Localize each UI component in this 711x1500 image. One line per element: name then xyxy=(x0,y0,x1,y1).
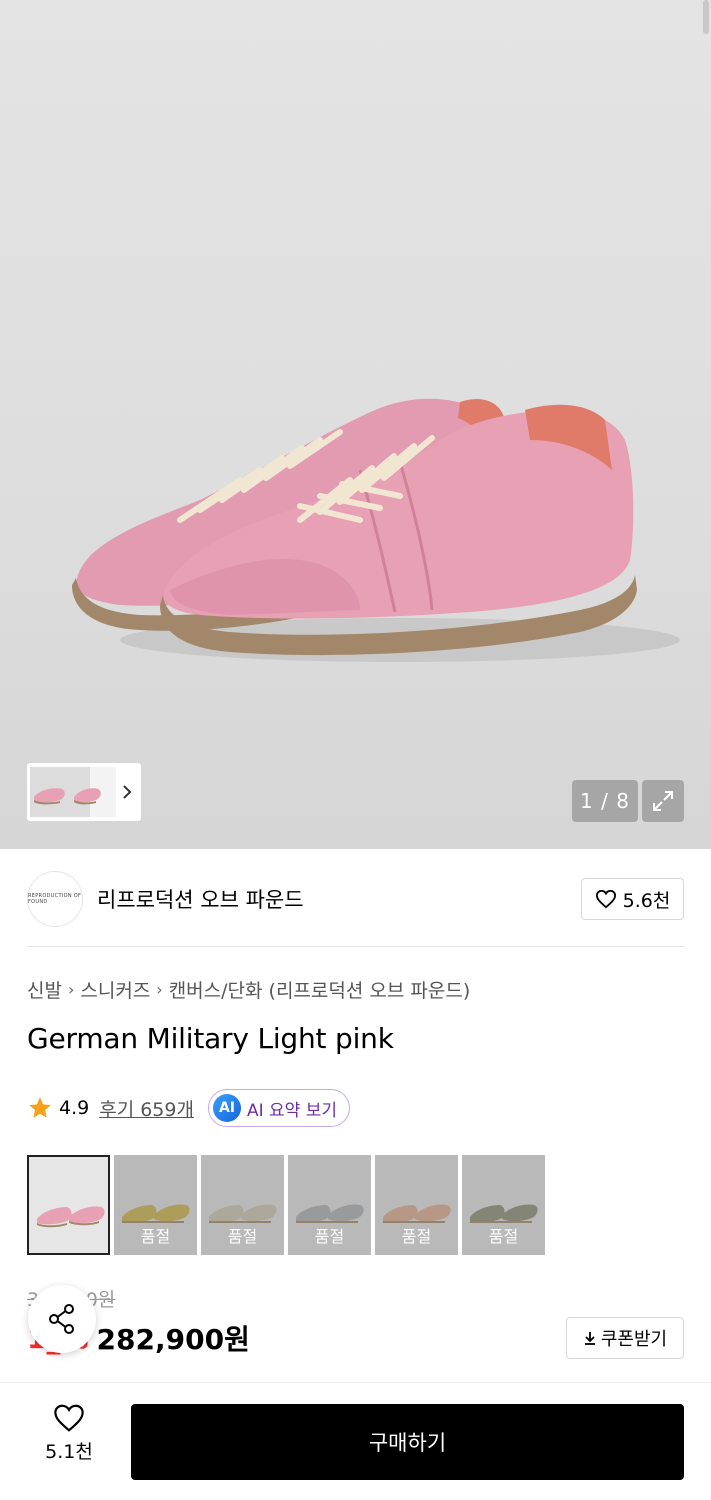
color-swatch-grey[interactable]: 품절 xyxy=(288,1155,371,1255)
chevron-right-icon: › xyxy=(156,980,163,999)
color-options: 품절 품절 품절 품절 품절 xyxy=(27,1155,545,1255)
brand-logo[interactable]: REPRODUCTION OF FOUND xyxy=(27,871,83,927)
chevron-right-icon[interactable] xyxy=(116,767,138,817)
breadcrumb-item[interactable]: 신발 xyxy=(27,976,62,1003)
breadcrumb-item[interactable]: 캔버스/단화 (리프로덕션 오브 파운드) xyxy=(169,976,471,1003)
color-swatch-yellow[interactable]: 품절 xyxy=(114,1155,197,1255)
color-swatch-olive[interactable]: 품절 xyxy=(462,1155,545,1255)
brand-row[interactable]: REPRODUCTION OF FOUND 리프로덕션 오브 파운드 5.6천 xyxy=(27,870,684,928)
bottom-action-bar: 5.1천 구매하기 xyxy=(0,1382,711,1500)
rating-value: 4.9 xyxy=(59,1097,90,1119)
product-image-gallery[interactable]: 1 / 8 xyxy=(0,0,711,849)
like-count: 5.1천 xyxy=(45,1441,93,1463)
ai-summary-button[interactable]: AI AI 요약 보기 xyxy=(207,1089,350,1127)
color-swatch-light-pink[interactable] xyxy=(27,1155,110,1255)
buy-button[interactable]: 구매하기 xyxy=(131,1404,684,1480)
heart-icon xyxy=(595,889,616,909)
product-title: German Military Light pink xyxy=(27,1022,394,1055)
thumbnail-image[interactable] xyxy=(30,767,116,817)
brand-like-button[interactable]: 5.6천 xyxy=(581,878,684,920)
review-count-link[interactable]: 후기 659개 xyxy=(99,1095,194,1122)
breadcrumb: 신발 › 스니커즈 › 캔버스/단화 (리프로덕션 오브 파운드) xyxy=(27,976,470,1003)
download-icon xyxy=(584,1332,595,1345)
chevron-right-icon: › xyxy=(67,980,75,999)
color-swatch-beige[interactable]: 품절 xyxy=(201,1155,284,1255)
divider xyxy=(27,946,684,947)
thumbnail-strip[interactable] xyxy=(27,763,141,821)
coupon-button[interactable]: 쿠폰받기 xyxy=(566,1317,684,1359)
sold-out-label: 품절 xyxy=(227,1227,258,1246)
heart-icon xyxy=(54,1404,84,1432)
share-button[interactable] xyxy=(28,1285,96,1353)
star-icon xyxy=(29,1097,51,1118)
ai-summary-label: AI 요약 보기 xyxy=(246,1100,337,1121)
share-icon xyxy=(49,1304,74,1334)
like-button[interactable]: 5.1천 xyxy=(27,1403,111,1464)
image-counter: 1 / 8 xyxy=(572,780,638,822)
coupon-label: 쿠폰받기 xyxy=(600,1329,668,1350)
product-main-image xyxy=(72,398,680,662)
sold-out-label: 품절 xyxy=(401,1227,432,1246)
sold-out-label: 품절 xyxy=(314,1227,345,1246)
sold-out-label: 품절 xyxy=(140,1227,171,1246)
expand-icon[interactable] xyxy=(642,780,684,822)
color-swatch-peach[interactable]: 품절 xyxy=(375,1155,458,1255)
breadcrumb-item[interactable]: 스니커즈 xyxy=(80,976,150,1003)
brand-name[interactable]: 리프로덕션 오브 파운드 xyxy=(97,884,304,914)
brand-like-count: 5.6천 xyxy=(622,889,671,912)
ai-icon: AI xyxy=(212,1094,241,1122)
sold-out-label: 품절 xyxy=(488,1227,519,1246)
rating-row: 4.9 후기 659개 AI AI 요약 보기 xyxy=(27,1089,350,1127)
sale-price: 282,900원 xyxy=(96,1323,250,1356)
